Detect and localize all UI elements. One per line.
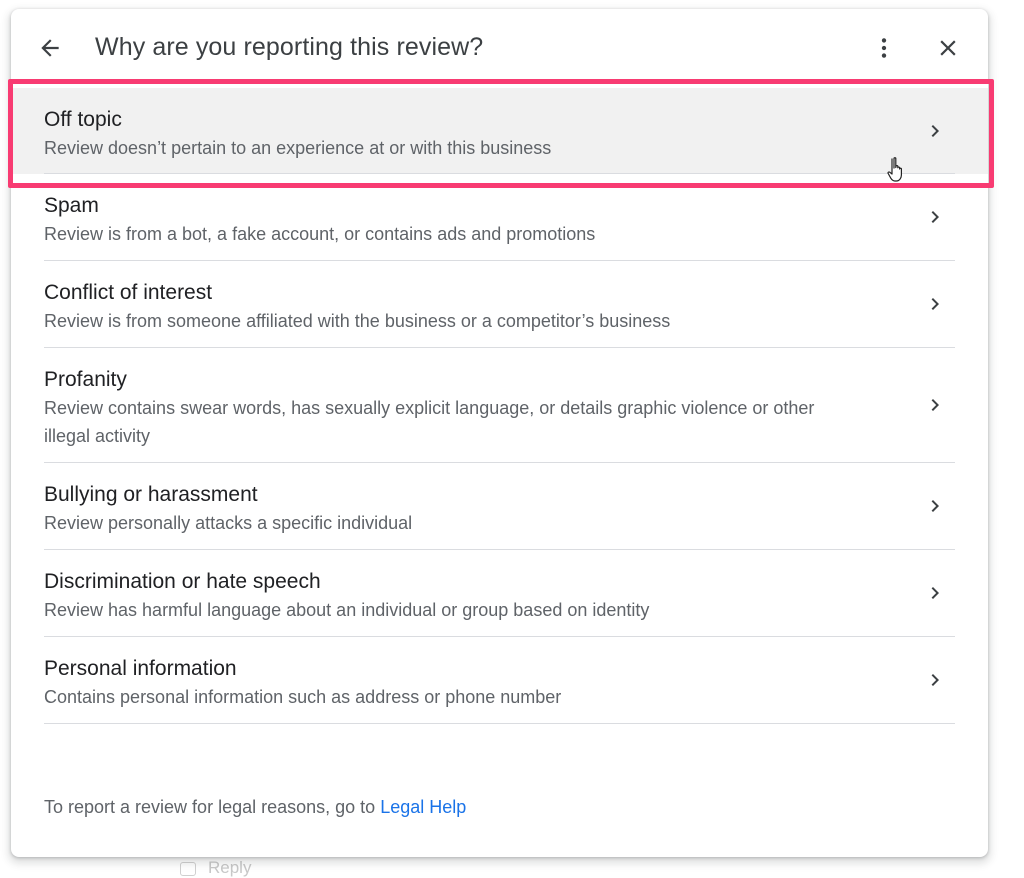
report-review-dialog: Why are you reporting this review? Off t… — [11, 9, 988, 857]
reason-bullying-or-harassment[interactable]: Bullying or harassment Review personally… — [44, 463, 955, 550]
reason-discrimination-or-hate-speech[interactable]: Discrimination or hate speech Review has… — [44, 550, 955, 637]
reason-title: Personal information — [44, 657, 237, 680]
dialog-header: Why are you reporting this review? — [11, 9, 988, 87]
reason-spam[interactable]: Spam Review is from a bot, a fake accoun… — [44, 174, 955, 261]
thumb-up-icon — [180, 861, 196, 876]
background-reply-button: Reply — [180, 858, 251, 878]
chevron-right-icon — [923, 119, 947, 143]
chevron-right-icon — [923, 668, 947, 692]
chevron-right-icon — [923, 393, 947, 417]
chevron-right-icon — [923, 494, 947, 518]
reason-description: Review is from someone affiliated with t… — [44, 311, 671, 331]
more-vert-icon — [881, 38, 887, 58]
reason-off-topic[interactable]: Off topic Review doesn’t pertain to an e… — [11, 88, 988, 174]
close-button[interactable] — [933, 33, 963, 63]
back-button[interactable] — [35, 33, 65, 63]
more-options-button[interactable] — [869, 33, 899, 63]
reason-title: Bullying or harassment — [44, 483, 258, 506]
chevron-right-icon — [923, 292, 947, 316]
reason-description: Review contains swear words, has sexuall… — [44, 398, 815, 446]
reason-title: Conflict of interest — [44, 281, 213, 304]
reason-conflict-of-interest[interactable]: Conflict of interest Review is from some… — [44, 261, 955, 348]
close-icon — [940, 40, 956, 56]
reply-label: Reply — [208, 858, 252, 877]
dialog-title: Why are you reporting this review? — [95, 33, 484, 61]
legal-footer: To report a review for legal reasons, go… — [44, 797, 466, 818]
legal-help-link[interactable]: Legal Help — [380, 797, 466, 817]
footer-text: To report a review for legal reasons, go… — [44, 797, 381, 817]
reason-title: Off topic — [44, 108, 122, 131]
reason-profanity[interactable]: Profanity Review contains swear words, h… — [44, 348, 955, 463]
reason-description: Review has harmful language about an ind… — [44, 600, 650, 620]
report-reason-list: Off topic Review doesn’t pertain to an e… — [11, 88, 988, 724]
reason-personal-information[interactable]: Personal information Contains personal i… — [44, 637, 955, 724]
reason-title: Profanity — [44, 368, 127, 391]
reason-description: Contains personal information such as ad… — [44, 687, 562, 707]
reason-description: Review doesn’t pertain to an experience … — [44, 138, 552, 158]
reason-title: Spam — [44, 194, 99, 217]
reason-description: Review is from a bot, a fake account, or… — [44, 224, 596, 244]
chevron-right-icon — [923, 205, 947, 229]
reason-title: Discrimination or hate speech — [44, 570, 321, 593]
arrow-back-icon — [41, 39, 59, 57]
chevron-right-icon — [923, 581, 947, 605]
reason-description: Review personally attacks a specific ind… — [44, 513, 413, 533]
